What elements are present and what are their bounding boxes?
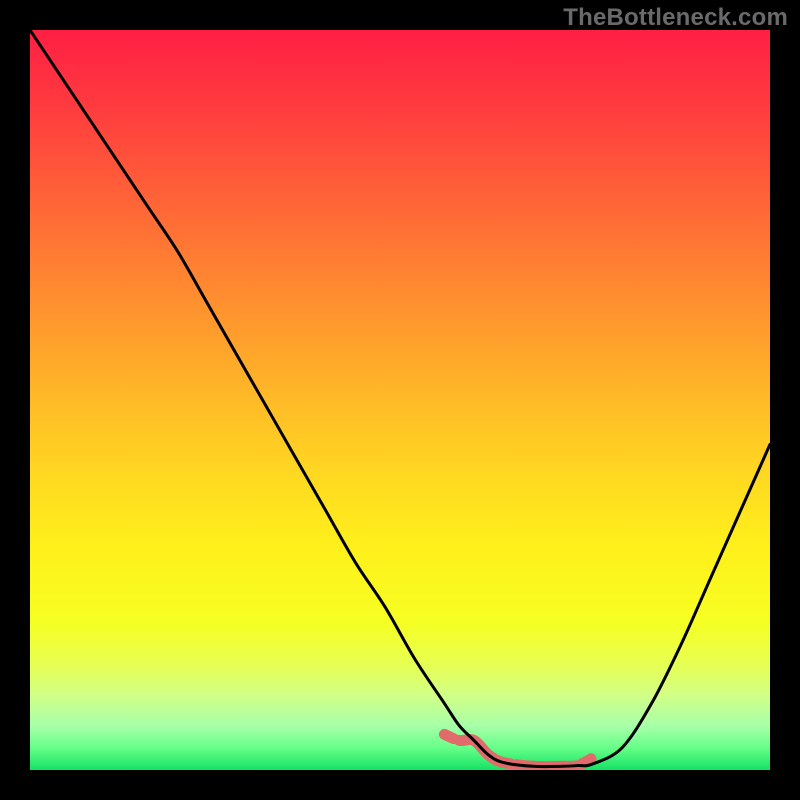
plot-area: [30, 30, 770, 770]
chart-overlay: [30, 30, 770, 770]
flat-region-highlight: [444, 734, 592, 766]
bottleneck-curve: [30, 30, 770, 767]
watermark-text: TheBottleneck.com: [563, 4, 788, 32]
outer-frame: TheBottleneck.com: [0, 0, 800, 800]
